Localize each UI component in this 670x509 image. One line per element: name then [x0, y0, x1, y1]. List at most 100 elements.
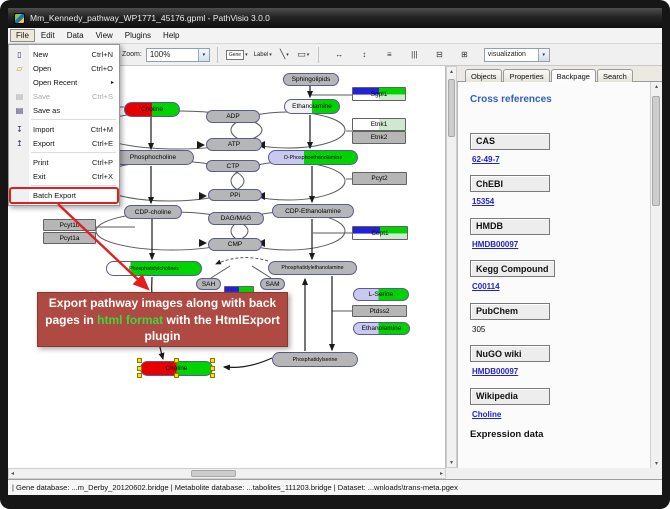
node-pcyt1b[interactable]: Pcyt1b — [43, 219, 96, 231]
menu-item-shortcut: Ctrl+E — [92, 139, 118, 148]
selection-handle[interactable] — [210, 358, 215, 363]
node-ethanolamine[interactable]: Ethanolamine — [353, 322, 410, 335]
new-datanode-button[interactable]: Gene ▾ — [225, 47, 249, 63]
selection-handle[interactable] — [137, 358, 142, 363]
selection-handle[interactable] — [174, 358, 179, 363]
visualization-dropdown-arrow-icon[interactable]: ▾ — [538, 49, 549, 61]
menu-separator — [31, 152, 116, 153]
shape-dropdown-arrow-icon[interactable]: ▾ — [307, 52, 310, 58]
node-cept1[interactable]: Cept1 — [352, 226, 408, 240]
zoom-value: 100% — [150, 50, 170, 59]
node-cdp-ethanolamine[interactable]: CDP-Ethanolamine — [272, 204, 354, 218]
node-etnk1[interactable]: Etnk1 — [352, 118, 406, 131]
panel-scroll-up-arrow-icon[interactable]: ▴ — [653, 82, 660, 91]
menu-file[interactable]: File — [10, 29, 35, 42]
scroll-up-arrow-icon[interactable]: ▴ — [448, 67, 455, 76]
visualization-combobox[interactable]: visualization ▾ — [484, 48, 550, 62]
align-center-horizontal-button[interactable]: ↔ — [332, 47, 347, 63]
scroll-right-arrow-icon[interactable]: ▸ — [438, 469, 445, 478]
file-menu-item-open[interactable]: ▱OpenCtrl+O — [10, 61, 118, 75]
node-etnk2[interactable]: Etnk2 — [352, 131, 406, 144]
menu-help[interactable]: Help — [157, 29, 185, 42]
align-center-vertical-button[interactable]: ↕ — [357, 47, 372, 63]
selection-handle[interactable] — [210, 366, 215, 371]
menu-plugins[interactable]: Plugins — [119, 29, 157, 42]
node-ctp[interactable]: CTP — [206, 160, 260, 172]
node-dag-mag[interactable]: DAG/MAG — [208, 212, 264, 225]
node-phosphatidylserine[interactable]: Phosphatidylserine — [272, 352, 358, 367]
line-icon: ╲ — [280, 49, 285, 60]
node-atp[interactable]: ATP — [206, 138, 262, 151]
side-panel-tabs: ObjectsPropertiesBackpageSearchLegend — [457, 66, 662, 82]
node-o-phosphoethanolamine[interactable]: O-Phosphoethanolamine — [268, 150, 358, 165]
stack-horizontal-button[interactable]: ||| — [407, 47, 422, 63]
node-sam[interactable]: SAM — [260, 278, 285, 290]
datanode-dropdown-arrow-icon[interactable]: ▾ — [245, 52, 248, 58]
line-dropdown-arrow-icon[interactable]: ▾ — [286, 52, 289, 58]
file-menu-item-exit[interactable]: ExitCtrl+X — [10, 169, 118, 183]
horizontal-scroll-thumb[interactable] — [191, 470, 236, 477]
node-phosphocholine[interactable]: Phosphocholine — [112, 150, 194, 165]
node-phosphatidylethanolamine[interactable]: Phosphatidylethanolamine — [268, 261, 357, 275]
crossref-link[interactable]: C00114 — [472, 282, 650, 291]
crossref-link[interactable]: HMDB00097 — [472, 367, 650, 376]
file-menu-item-save[interactable]: ▤SaveCtrl+S — [10, 89, 118, 103]
crossref-section-kegg-compound: Kegg CompoundC00114 — [470, 259, 650, 292]
panel-scroll-down-arrow-icon[interactable]: ▾ — [653, 459, 660, 468]
panel-scroll-thumb[interactable] — [652, 96, 660, 206]
label-dropdown-arrow-icon[interactable]: ▾ — [269, 52, 272, 58]
menu-edit[interactable]: Edit — [35, 29, 61, 42]
node-ptdss2[interactable]: Ptdss2 — [352, 305, 407, 317]
new-label-button[interactable]: Label ▾ — [253, 47, 273, 63]
node-sphingolipids[interactable]: Sphingolipids — [283, 73, 339, 86]
menu-view[interactable]: View — [90, 29, 119, 42]
file-menu-item-new[interactable]: ▯NewCtrl+N — [10, 47, 118, 61]
node-ppi[interactable]: PPi — [208, 189, 262, 201]
node-choline[interactable]: Choline — [124, 102, 180, 117]
file-menu-item-import[interactable]: ↧ImportCtrl+M — [10, 122, 118, 136]
node-cdp-choline[interactable]: CDP-choline — [124, 205, 182, 219]
scroll-left-arrow-icon[interactable]: ◂ — [9, 469, 16, 478]
canvas-horizontal-scrollbar[interactable]: ◂ ▸ — [8, 468, 446, 479]
common-height-button[interactable]: ⊞ — [457, 47, 472, 63]
selection-handle[interactable] — [210, 373, 215, 378]
node-label: Choline — [141, 106, 163, 113]
selection-handle[interactable] — [174, 373, 179, 378]
new-line-button[interactable]: ╲ ▾ — [277, 47, 292, 63]
title-bar[interactable]: Mm_Kennedy_pathway_WP1771_45176.gpml - P… — [8, 8, 662, 28]
app-icon — [14, 13, 25, 24]
crossref-link[interactable]: HMDB00097 — [472, 240, 650, 249]
common-width-button[interactable]: ⊟ — [432, 47, 447, 63]
node-pcyt2[interactable]: Pcyt2 — [352, 172, 407, 185]
node-ethanolamine[interactable]: Ethanolamine — [284, 99, 340, 114]
node-label: CDP-Ethanolamine — [285, 208, 341, 215]
crossref-link[interactable]: 62-49-7 — [472, 155, 650, 164]
file-menu-item-open-recent[interactable]: Open Recent▸ — [10, 75, 118, 89]
crossref-link[interactable]: Choline — [472, 410, 650, 419]
node-cmp[interactable]: CMP — [208, 238, 262, 251]
new-shape-button[interactable]: ▭ ▾ — [296, 47, 311, 63]
scroll-down-arrow-icon[interactable]: ▾ — [448, 458, 455, 467]
selection-handle[interactable] — [137, 366, 142, 371]
vertical-scroll-thumb[interactable] — [448, 79, 455, 137]
stack-horizontal-icon: ||| — [411, 50, 417, 59]
selection-handle[interactable] — [137, 373, 142, 378]
crossref-link[interactable]: 15354 — [472, 197, 650, 206]
window-title: Mm_Kennedy_pathway_WP1771_45176.gpml - P… — [30, 13, 270, 23]
node-phosphatidylcholines[interactable]: Phosphatidylcholines — [106, 261, 202, 276]
file-menu-item-print[interactable]: PrintCtrl+P — [10, 155, 118, 169]
node-adp[interactable]: ADP — [206, 110, 260, 123]
node-sgpl1[interactable]: Sgpl1 — [352, 87, 406, 101]
zoom-dropdown-arrow-icon[interactable]: ▾ — [198, 49, 209, 61]
file-menu-item-batch-export[interactable]: Batch Export — [10, 188, 118, 203]
menu-item-shortcut: Ctrl+N — [92, 50, 118, 59]
stack-vertical-button[interactable]: ≡ — [382, 47, 397, 63]
menu-data[interactable]: Data — [61, 29, 90, 42]
file-menu-item-save-as[interactable]: ▤Save as — [10, 103, 118, 117]
node-l-serine[interactable]: L-Serine — [353, 288, 409, 301]
node-sah[interactable]: SAH — [196, 278, 221, 290]
canvas-vertical-scrollbar[interactable]: ▴ ▾ — [446, 66, 457, 468]
node-pcyt1a[interactable]: Pcyt1a — [43, 232, 96, 244]
zoom-combobox[interactable]: 100% ▾ — [146, 48, 210, 62]
file-menu-item-export[interactable]: ↥ExportCtrl+E — [10, 136, 118, 150]
